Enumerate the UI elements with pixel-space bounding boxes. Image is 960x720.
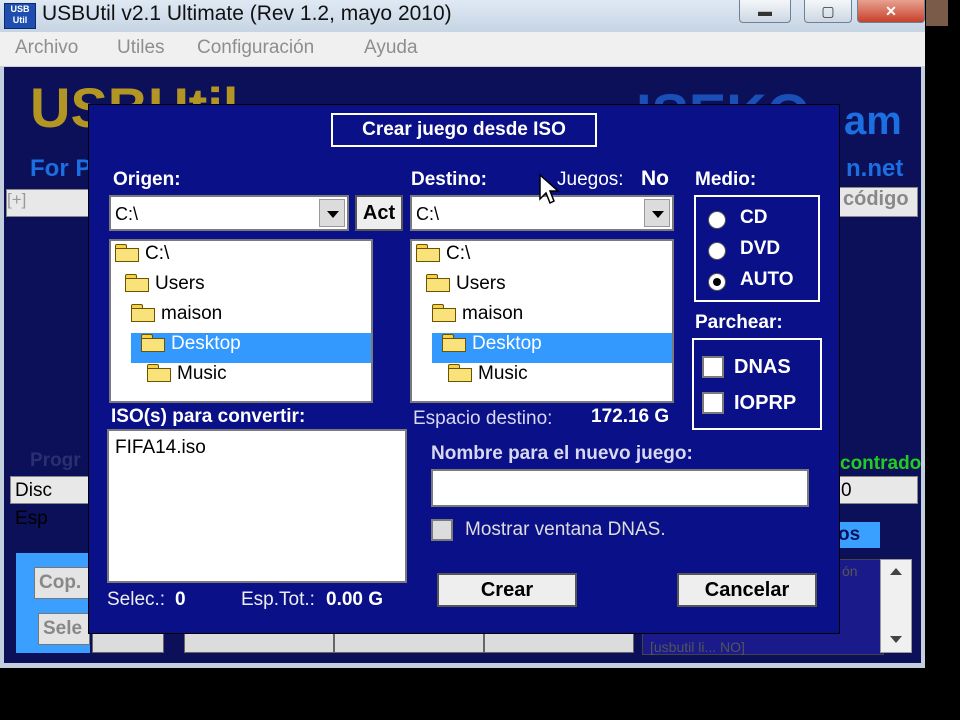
logo-right-end: am xyxy=(844,99,902,143)
esp-tot-label: Esp.Tot.: xyxy=(241,589,315,610)
menu-bar: Archivo Utiles Configuración Ayuda xyxy=(0,32,925,67)
folder-open-icon xyxy=(115,244,139,262)
origin-tree-music[interactable]: Music xyxy=(147,363,227,393)
ioprp-label: IOPRP xyxy=(734,392,797,414)
selec-value: 0 xyxy=(175,589,186,610)
origin-path: C:\ xyxy=(115,204,139,224)
show-dnas-checkbox[interactable] xyxy=(431,519,453,541)
found-label: contrado xyxy=(840,453,922,474)
codigo-button[interactable]: código xyxy=(838,187,918,217)
origin-tree-drive[interactable]: C:\ xyxy=(115,243,169,273)
folder-open-icon xyxy=(432,304,456,322)
menu-archivo[interactable]: Archivo xyxy=(15,37,78,59)
esp-tot-value: 0.00 G xyxy=(326,589,384,610)
folder-open-icon xyxy=(141,334,165,352)
origin-label: Origen: xyxy=(113,169,181,190)
folder-open-icon xyxy=(125,274,149,292)
iso-list-label: ISO(s) para convertir: xyxy=(111,406,306,427)
origin-folder-tree[interactable]: C:\ Users maison Desktop Music xyxy=(109,239,373,403)
status-field: 0 xyxy=(838,476,918,504)
subtitle-left: For P xyxy=(30,155,92,182)
media-label: Medio: xyxy=(695,169,757,190)
folder-open-icon xyxy=(416,244,440,262)
folder-open-icon xyxy=(131,304,155,322)
bg-button-stub-4 xyxy=(484,633,634,653)
menu-utiles[interactable]: Utiles xyxy=(117,37,165,59)
scroll-up-icon[interactable] xyxy=(890,568,902,575)
origin-tree-maison[interactable]: maison xyxy=(131,303,222,333)
patch-label: Parchear: xyxy=(695,312,783,333)
log-scrollbar[interactable] xyxy=(880,559,912,653)
origin-dropdown-icon[interactable] xyxy=(319,199,345,227)
scroll-down-icon[interactable] xyxy=(890,636,902,643)
create-game-dialog: Crear juego desde ISO Origen: C:\ Act C:… xyxy=(88,104,840,634)
dest-tree-drive[interactable]: C:\ xyxy=(416,243,470,273)
radio-cd[interactable] xyxy=(708,211,726,229)
origin-tree-users[interactable]: Users xyxy=(125,273,205,303)
mouse-cursor-icon xyxy=(539,173,560,205)
dnas-label: DNAS xyxy=(734,356,791,378)
bg-button-stub-3 xyxy=(334,633,484,653)
subtitle-right: n.net xyxy=(846,155,904,182)
dialog-title-box: Crear juego desde ISO xyxy=(331,113,597,147)
origin-tree-desktop[interactable]: Desktop xyxy=(131,333,371,363)
app-icon: USB Util xyxy=(4,3,36,29)
window-title: USBUtil v2.1 Ultimate (Rev 1.2, mayo 201… xyxy=(42,2,452,25)
media-dvd-label: DVD xyxy=(740,238,781,259)
folder-open-icon xyxy=(426,274,450,292)
cancel-button[interactable]: Cancelar xyxy=(677,573,817,607)
dest-space-value: 172.16 G xyxy=(591,406,670,427)
dest-space-label: Espacio destino: xyxy=(413,408,553,429)
minimize-button[interactable]: ▬ xyxy=(739,0,791,23)
expand-field[interactable]: [+] xyxy=(6,189,92,217)
destination-folder-tree[interactable]: C:\ Users maison Desktop Music xyxy=(410,239,674,403)
media-auto-label: AUTO xyxy=(740,269,794,290)
show-dnas-label: Mostrar ventana DNAS. xyxy=(465,519,666,540)
copy-button[interactable]: Cop. xyxy=(34,567,90,599)
log-list-top: ón xyxy=(842,563,858,579)
destination-path: C:\ xyxy=(416,204,440,224)
ioprp-checkbox[interactable] xyxy=(702,392,724,414)
log-list-bottom: [usbutil li... NO] xyxy=(650,639,745,655)
folder-icon xyxy=(147,364,171,382)
patch-group: DNAS IOPRP xyxy=(692,338,822,430)
new-name-label: Nombre para el nuevo juego: xyxy=(431,443,693,464)
progress-label: Progr xyxy=(30,450,81,471)
create-button[interactable]: Crear xyxy=(437,573,577,607)
radio-auto[interactable] xyxy=(708,273,726,291)
dest-tree-maison[interactable]: maison xyxy=(432,303,523,333)
iso-list-item[interactable]: FIFA14.iso xyxy=(115,437,206,459)
menu-configuracion[interactable]: Configuración xyxy=(197,37,314,59)
origin-combo[interactable]: C:\ xyxy=(109,195,349,231)
destination-dropdown-icon[interactable] xyxy=(644,199,670,227)
background-button-right[interactable]: os xyxy=(838,522,880,548)
menu-ayuda[interactable]: Ayuda xyxy=(364,37,418,59)
select-button[interactable]: Sele xyxy=(38,613,90,645)
iso-list[interactable]: FIFA14.iso xyxy=(107,429,407,583)
media-group: CD DVD AUTO xyxy=(694,195,820,302)
bg-button-stub-1 xyxy=(92,633,164,653)
bg-button-stub-2 xyxy=(184,633,334,653)
radio-dvd[interactable] xyxy=(708,242,726,260)
selec-label: Selec.: xyxy=(107,589,166,610)
act-button[interactable]: Act xyxy=(355,195,403,231)
destination-label: Destino: xyxy=(411,169,487,190)
dialog-title: Crear juego desde ISO xyxy=(362,119,566,140)
dest-tree-users[interactable]: Users xyxy=(426,273,506,303)
disc-space-field: Disc Esp xyxy=(10,476,90,529)
dnas-checkbox[interactable] xyxy=(702,356,724,378)
games-value: No xyxy=(641,167,669,190)
background-photo-edge xyxy=(926,0,948,26)
folder-open-icon xyxy=(442,334,466,352)
close-button[interactable]: ✕ xyxy=(857,0,925,23)
new-name-input[interactable] xyxy=(431,469,809,507)
media-cd-label: CD xyxy=(740,207,768,228)
dest-tree-music[interactable]: Music xyxy=(448,363,528,393)
dest-tree-desktop[interactable]: Desktop xyxy=(432,333,672,363)
games-label: Juegos: xyxy=(557,169,624,190)
maximize-button[interactable]: ▢ xyxy=(804,0,852,23)
folder-icon xyxy=(448,364,472,382)
